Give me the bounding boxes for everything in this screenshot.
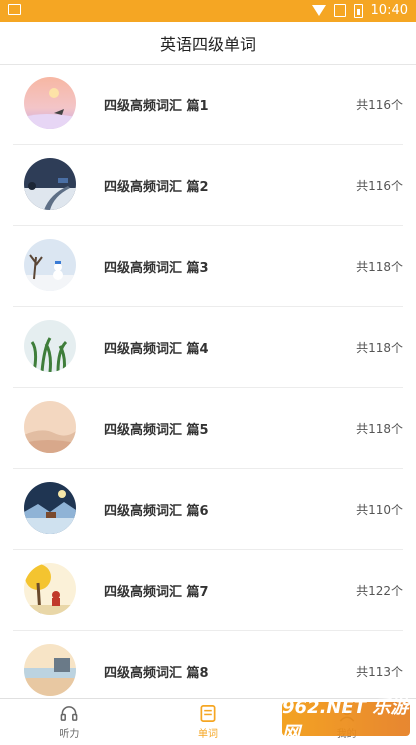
book-icon bbox=[200, 705, 216, 722]
item-count: 共116个 bbox=[356, 179, 403, 193]
thumbnail-image bbox=[24, 239, 76, 291]
sim-icon bbox=[333, 4, 346, 17]
list-item[interactable]: 四级高频词汇 篇7 共122个 bbox=[13, 550, 403, 631]
item-title: 四级高频词汇 篇4 bbox=[104, 342, 209, 357]
list-item[interactable]: 四级高频词汇 篇4 共118个 bbox=[13, 307, 403, 388]
tab-words[interactable]: 单词 bbox=[139, 699, 278, 740]
battery-icon bbox=[353, 3, 363, 18]
page-title: 英语四级单词 bbox=[0, 22, 416, 65]
image-notification-icon bbox=[8, 4, 21, 15]
thumbnail-image bbox=[24, 77, 76, 129]
item-count: 共118个 bbox=[356, 260, 403, 274]
tab-label: 单词 bbox=[198, 729, 218, 740]
list-item[interactable]: 四级高频词汇 篇1 共116个 bbox=[13, 64, 403, 145]
item-title: 四级高频词汇 篇2 bbox=[104, 180, 209, 195]
item-count: 共113个 bbox=[356, 665, 403, 679]
list-item[interactable]: 四级高频词汇 篇2 共116个 bbox=[13, 145, 403, 226]
thumbnail-image bbox=[24, 563, 76, 615]
wordlist: 四级高频词汇 篇1 共116个 四级高频词汇 篇2 共116个 四级高频词汇 篇… bbox=[0, 64, 416, 698]
watermark-logo: 962.NET 乐游网 bbox=[282, 697, 410, 744]
item-title: 四级高频词汇 篇7 bbox=[104, 585, 209, 600]
headphones-icon bbox=[60, 706, 78, 721]
thumbnail-image bbox=[24, 158, 76, 210]
status-time: 10:40 bbox=[370, 3, 408, 18]
item-count: 共110个 bbox=[356, 503, 403, 517]
status-bar: 10:40 bbox=[0, 0, 416, 22]
list-item[interactable]: 四级高频词汇 篇3 共118个 bbox=[13, 226, 403, 307]
item-title: 四级高频词汇 篇6 bbox=[104, 504, 209, 519]
thumbnail-image bbox=[24, 644, 76, 696]
item-count: 共122个 bbox=[356, 584, 403, 598]
item-title: 四级高频词汇 篇8 bbox=[104, 666, 209, 681]
thumbnail-image bbox=[24, 401, 76, 453]
tab-listening[interactable]: 听力 bbox=[0, 699, 139, 740]
item-title: 四级高频词汇 篇3 bbox=[104, 261, 209, 276]
wifi-icon bbox=[311, 5, 326, 16]
list-item[interactable]: 四级高频词汇 篇8 共113个 bbox=[13, 631, 403, 698]
bottom-tab-bar: 听力 单词 我的 962.NET 乐游网 bbox=[0, 697, 416, 744]
item-count: 共118个 bbox=[356, 422, 403, 436]
item-title: 四级高频词汇 篇5 bbox=[104, 423, 209, 438]
list-item[interactable]: 四级高频词汇 篇6 共110个 bbox=[13, 469, 403, 550]
item-title: 四级高频词汇 篇1 bbox=[104, 99, 209, 114]
item-count: 共116个 bbox=[356, 98, 403, 112]
thumbnail-image bbox=[24, 320, 76, 372]
list-item[interactable]: 四级高频词汇 篇5 共118个 bbox=[13, 388, 403, 469]
thumbnail-image bbox=[24, 482, 76, 534]
tab-label: 听力 bbox=[59, 729, 80, 740]
item-count: 共118个 bbox=[356, 341, 403, 355]
